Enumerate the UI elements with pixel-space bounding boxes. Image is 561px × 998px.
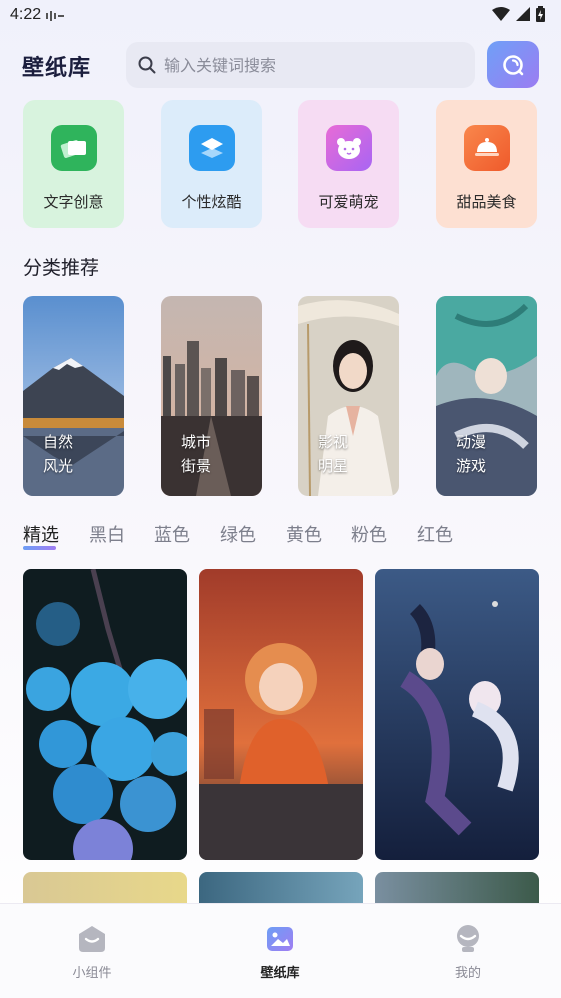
cake-icon	[463, 125, 510, 171]
tab-red[interactable]: 红色	[417, 521, 453, 547]
widget-icon	[79, 926, 105, 952]
search-button[interactable]	[487, 41, 539, 88]
status-bar: 4:22	[0, 0, 561, 32]
tab-blue[interactable]: 蓝色	[154, 521, 190, 547]
profile-icon	[457, 925, 479, 952]
city-image	[161, 296, 262, 496]
nav-wallpaper-library[interactable]: 壁纸库	[235, 924, 325, 981]
status-time: 4:22	[10, 6, 42, 23]
recommend-nature[interactable]: 自然 风光	[23, 296, 124, 496]
tab-active-indicator	[23, 546, 56, 550]
nav-label: 我的	[454, 966, 481, 981]
recommend-city[interactable]: 城市 街景	[161, 296, 262, 496]
gallery-icon	[267, 927, 293, 951]
wallpaper-blue-grapes[interactable]	[23, 569, 187, 860]
tab-featured[interactable]: 精选	[23, 521, 59, 547]
recommend-label: 自然 风光	[43, 433, 74, 475]
category-text-creative[interactable]: 文字创意	[23, 100, 124, 228]
anime-girl-image	[199, 569, 363, 860]
grapes-image	[23, 569, 187, 860]
recommend-label: 动漫 游戏	[456, 433, 487, 475]
category-cool[interactable]: 个性炫酷	[161, 100, 262, 228]
wallpaper-anime-girl-sunset[interactable]	[199, 569, 363, 860]
category-label: 文字创意	[43, 193, 104, 211]
nav-profile[interactable]: 我的	[423, 924, 513, 981]
actress-image	[298, 296, 399, 496]
layers-icon	[188, 125, 235, 171]
app-title: 壁纸库	[22, 56, 92, 81]
wallpaper-fantasy-dancers[interactable]	[375, 569, 539, 860]
battery-icon	[536, 6, 545, 22]
signal-dots-icon	[46, 11, 64, 21]
tab-black-white[interactable]: 黑白	[89, 521, 125, 547]
search-input[interactable]	[164, 55, 444, 75]
search-icon	[503, 54, 524, 75]
fantasy-image	[375, 569, 539, 860]
nav-label: 壁纸库	[260, 966, 300, 981]
tab-yellow[interactable]: 黄色	[286, 521, 322, 547]
wifi-icon	[492, 7, 510, 21]
recommend-anime-games[interactable]: 动漫 游戏	[436, 296, 537, 496]
cell-signal-icon	[516, 7, 530, 21]
mountain-image	[23, 296, 124, 496]
tab-pink[interactable]: 粉色	[351, 521, 387, 547]
nav-label: 小组件	[72, 966, 112, 981]
anime-image	[436, 296, 537, 496]
recommend-label: 影视 明星	[318, 433, 349, 475]
section-title: 分类推荐	[23, 257, 100, 279]
bottom-navigation: 小组件 壁纸库 我的	[0, 903, 561, 998]
category-cute-pets[interactable]: 可爱萌宠	[298, 100, 399, 228]
category-label: 可爱萌宠	[318, 193, 379, 211]
nav-widgets[interactable]: 小组件	[47, 924, 137, 981]
cards-icon	[50, 125, 97, 171]
search-icon	[138, 56, 156, 74]
bear-icon	[325, 125, 372, 171]
status-icons	[492, 6, 545, 22]
recommend-label: 城市 街景	[181, 433, 212, 475]
recommend-movie-stars[interactable]: 影视 明星	[298, 296, 399, 496]
search-bar[interactable]	[126, 42, 475, 88]
category-label: 个性炫酷	[181, 193, 242, 211]
category-label: 甜品美食	[456, 193, 517, 211]
category-desserts[interactable]: 甜品美食	[436, 100, 537, 228]
tab-green[interactable]: 绿色	[220, 521, 256, 547]
